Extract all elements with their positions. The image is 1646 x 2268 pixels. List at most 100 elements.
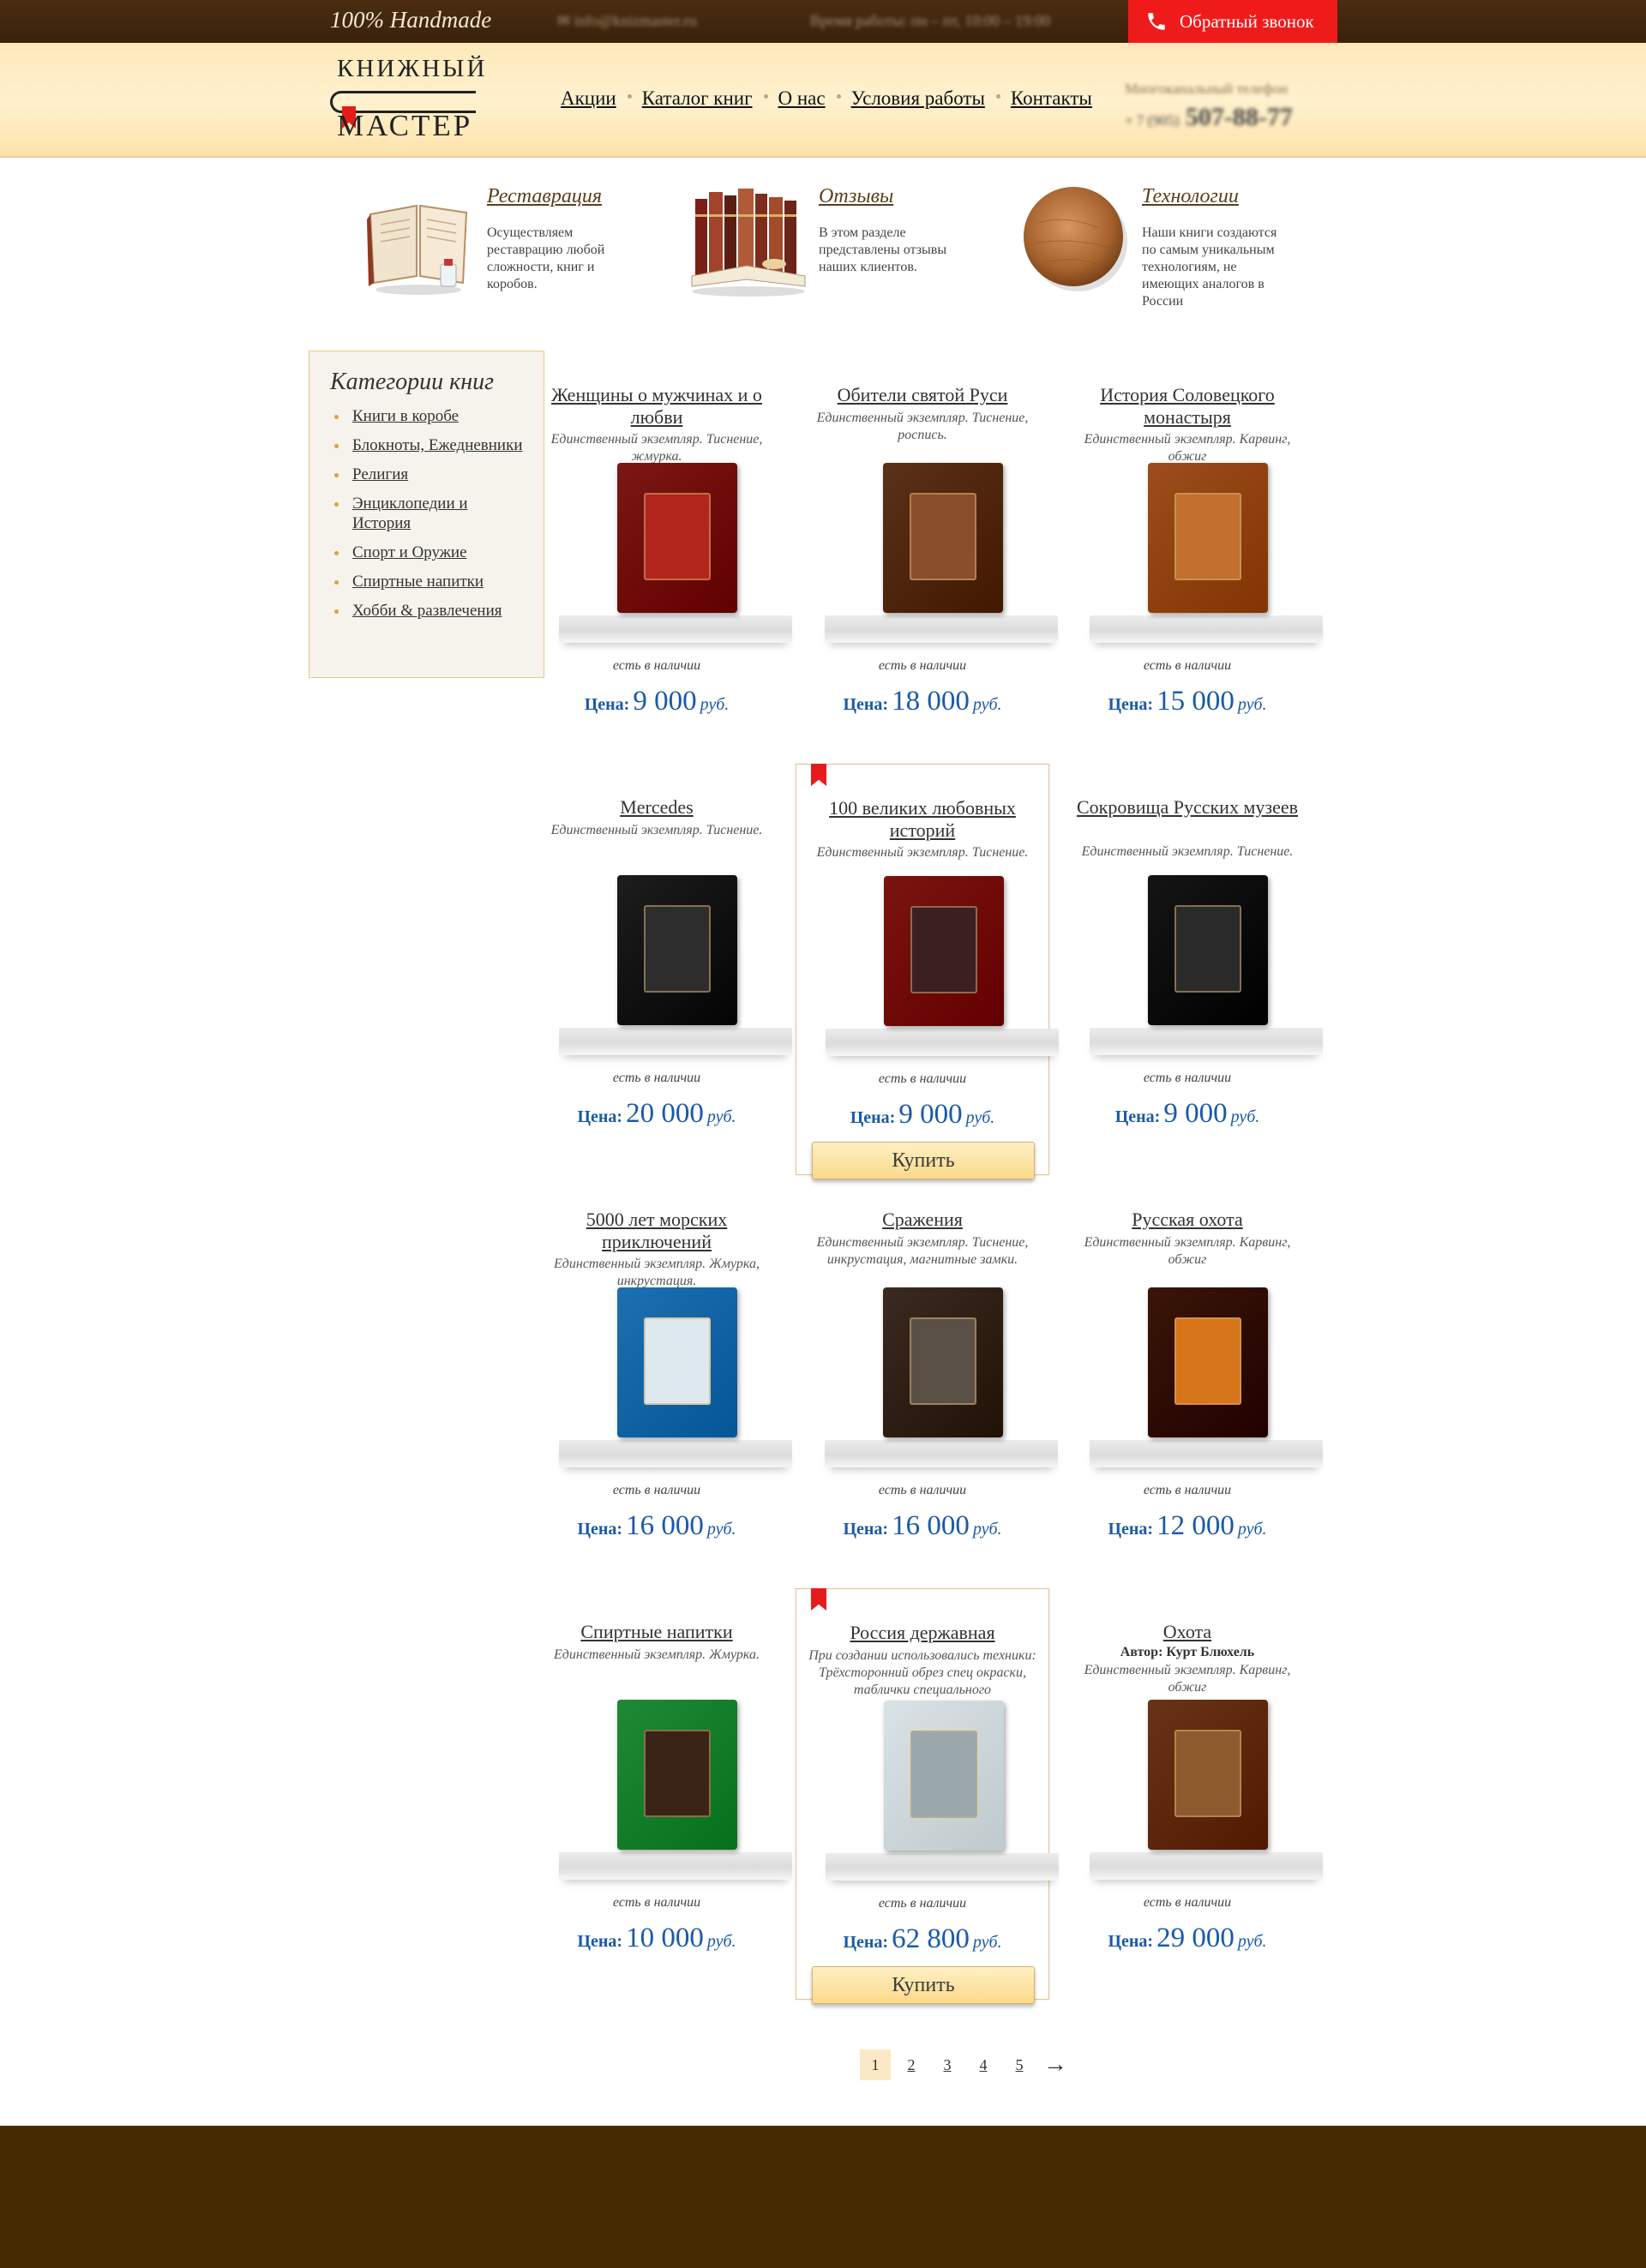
product-card[interactable]: Спиртные напитки Единственный экземпляр. …	[530, 1588, 792, 2000]
product-title[interactable]: 100 великих любовных историй	[805, 797, 1040, 842]
book-cover-image[interactable]	[883, 463, 1003, 613]
stock-status: есть в наличии	[878, 1483, 967, 1497]
product-title[interactable]: Спиртные напитки	[538, 1621, 775, 1643]
product-description: Единственный экземпляр. Жмурка.	[554, 1647, 760, 1662]
page-link[interactable]: 3	[932, 2049, 963, 2080]
book-cover-image[interactable]	[1148, 1287, 1268, 1437]
feature-title[interactable]: Реставрация	[487, 185, 602, 208]
category-link-boxed-books[interactable]: Книги в коробе	[352, 407, 459, 425]
nav-contacts[interactable]: Контакты	[995, 87, 1092, 110]
price-currency: руб.	[1237, 1520, 1267, 1539]
page-link[interactable]: 2	[896, 2049, 927, 2080]
phone-icon	[1145, 10, 1168, 33]
book-cover-image[interactable]	[1148, 463, 1268, 613]
product-title[interactable]: Россия державная	[805, 1622, 1040, 1644]
product-title[interactable]: Русская охота	[1069, 1209, 1306, 1231]
product-card[interactable]: Женщины о мужчинах и о любви Единственный…	[530, 351, 792, 763]
product-title[interactable]: Обители святой Руси	[804, 384, 1041, 406]
category-link-encyclopedias[interactable]: Энциклопедии и История	[352, 495, 468, 532]
stock-status: есть в наличии	[1143, 1483, 1232, 1497]
product-card[interactable]: Охота Автор: Курт Блюхель Единственный экз…	[1060, 1588, 1323, 2000]
product-description: Единственный экземпляр. Карвинг, обжиг	[1084, 432, 1291, 464]
category-link-sport[interactable]: Спорт и Оружие	[352, 543, 467, 561]
price-currency: руб.	[965, 1108, 995, 1127]
category-item: Блокноты, Ежедневники	[330, 435, 523, 455]
cover-inset	[1174, 1317, 1242, 1405]
feature-title[interactable]: Отзывы	[819, 185, 893, 208]
stock-status: есть в наличии	[878, 658, 967, 673]
product-card[interactable]: Mercedes Единственный экземпляр. Тиснение…	[530, 764, 792, 1175]
next-page-arrow-icon[interactable]: →	[1040, 2049, 1071, 2080]
price-label: Цена:	[843, 1933, 889, 1952]
page-link[interactable]: 5	[1004, 2049, 1035, 2080]
price-currency: руб.	[972, 1933, 1002, 1952]
product-title[interactable]: Mercedes	[538, 796, 775, 819]
categories-sidebar: Категории книг Книги в коробе Блокноты, …	[309, 351, 544, 678]
product-title[interactable]: Охота	[1069, 1621, 1306, 1643]
sidebar-title: Категории книг	[330, 369, 495, 395]
bookmark-flag-icon	[811, 764, 826, 786]
product-card[interactable]: 5000 лет морских приключений Единственный…	[530, 1176, 792, 1587]
product-card[interactable]: Россия державная При создании использовал…	[796, 1588, 1059, 2004]
product-card[interactable]: 100 великих любовных историй Единственный…	[796, 764, 1059, 1179]
email-link[interactable]: ✉ info@knizmaster.ru	[557, 12, 697, 30]
book-cover-image[interactable]	[617, 1287, 737, 1437]
phone-label: Многоканальный телефон	[1125, 81, 1289, 97]
product-title[interactable]: История Соловецкого монастыря	[1069, 384, 1306, 429]
product-price: Цена: 29 000 руб.	[1060, 1923, 1314, 1954]
feature-title[interactable]: Технологии	[1142, 185, 1239, 208]
cover-inset	[643, 493, 712, 580]
product-price: Цена: 16 000 руб.	[530, 1510, 784, 1542]
logo[interactable]: КНИЖНЫЙ МАСТЕР	[330, 55, 484, 147]
product-card[interactable]: Сокровища Русских музеев Единственный экз…	[1060, 764, 1323, 1175]
phone-number[interactable]: + 7 (905) 507-88-77	[1125, 103, 1293, 132]
product-price: Цена: 10 000 руб.	[530, 1923, 784, 1954]
nav-about[interactable]: О нас	[763, 87, 826, 110]
nav-promotions[interactable]: Акции	[561, 87, 616, 110]
book-cover-image[interactable]	[883, 1287, 1003, 1437]
product-title[interactable]: Женщины о мужчинах и о любви	[538, 384, 775, 429]
main-nav: Акции Каталог книг О нас Условия работы …	[561, 87, 1118, 110]
book-cover-image[interactable]	[617, 1700, 737, 1850]
product-title[interactable]: Сражения	[804, 1209, 1041, 1231]
page-link-current[interactable]: 1	[860, 2049, 891, 2080]
product-title[interactable]: 5000 лет морских приключений	[538, 1209, 775, 1253]
product-card[interactable]: Русская охота Единственный экземпляр. Кар…	[1060, 1176, 1323, 1587]
leather-icon	[1013, 180, 1133, 300]
book-cover-image[interactable]	[884, 876, 1004, 1026]
open-book-icon	[358, 180, 478, 300]
category-link-notebooks[interactable]: Блокноты, Ежедневники	[352, 436, 523, 454]
book-cover-image[interactable]	[1148, 1700, 1268, 1850]
cover-inset	[643, 905, 712, 993]
book-cover-image[interactable]	[617, 463, 737, 613]
category-item: Энциклопедии и История	[330, 494, 523, 533]
product-title[interactable]: Сокровища Русских музеев	[1069, 796, 1306, 819]
buy-button[interactable]: Купить	[812, 1966, 1035, 2004]
cover-inset	[1174, 905, 1242, 993]
book-cover-image[interactable]	[1148, 875, 1268, 1025]
nav-terms[interactable]: Условия работы	[836, 87, 985, 110]
cover-inset	[909, 1317, 977, 1405]
buy-button[interactable]: Купить	[812, 1142, 1035, 1179]
nav-catalog[interactable]: Каталог книг	[627, 87, 753, 110]
book-cover-image[interactable]	[884, 1701, 1004, 1851]
category-link-religion[interactable]: Религия	[352, 465, 408, 483]
price-value: 12 000	[1156, 1510, 1234, 1541]
feature-reviews: Отзывы В этом разделе представлены отзыв…	[690, 180, 947, 309]
product-card[interactable]: Обители святой Руси Единственный экземпля…	[796, 351, 1058, 763]
price-value: 10 000	[626, 1923, 704, 1953]
top-bar: 100% Handmade ✉ info@knizmaster.ru Время…	[0, 0, 1646, 43]
page-link[interactable]: 4	[968, 2049, 999, 2080]
callback-button[interactable]: Обратный звонок	[1128, 0, 1337, 43]
stock-status: есть в наличии	[612, 658, 701, 673]
product-card[interactable]: История Соловецкого монастыря Единственны…	[1060, 351, 1323, 763]
product-description: Единственный экземпляр. Тиснение, инкрус…	[816, 1235, 1029, 1267]
cover-inset	[910, 906, 978, 993]
phone-block: Многоканальный телефон + 7 (905) 507-88-…	[1125, 81, 1293, 132]
product-description: Единственный экземпляр. Карвинг, обжиг	[1084, 1663, 1291, 1695]
price-value: 29 000	[1156, 1923, 1234, 1953]
book-cover-image[interactable]	[617, 875, 737, 1025]
product-card[interactable]: Сражения Единственный экземпляр. Тиснение…	[796, 1176, 1058, 1587]
category-link-hobbies[interactable]: Хобби & развлечения	[352, 602, 502, 620]
category-link-spirits[interactable]: Спиртные напитки	[352, 573, 484, 591]
